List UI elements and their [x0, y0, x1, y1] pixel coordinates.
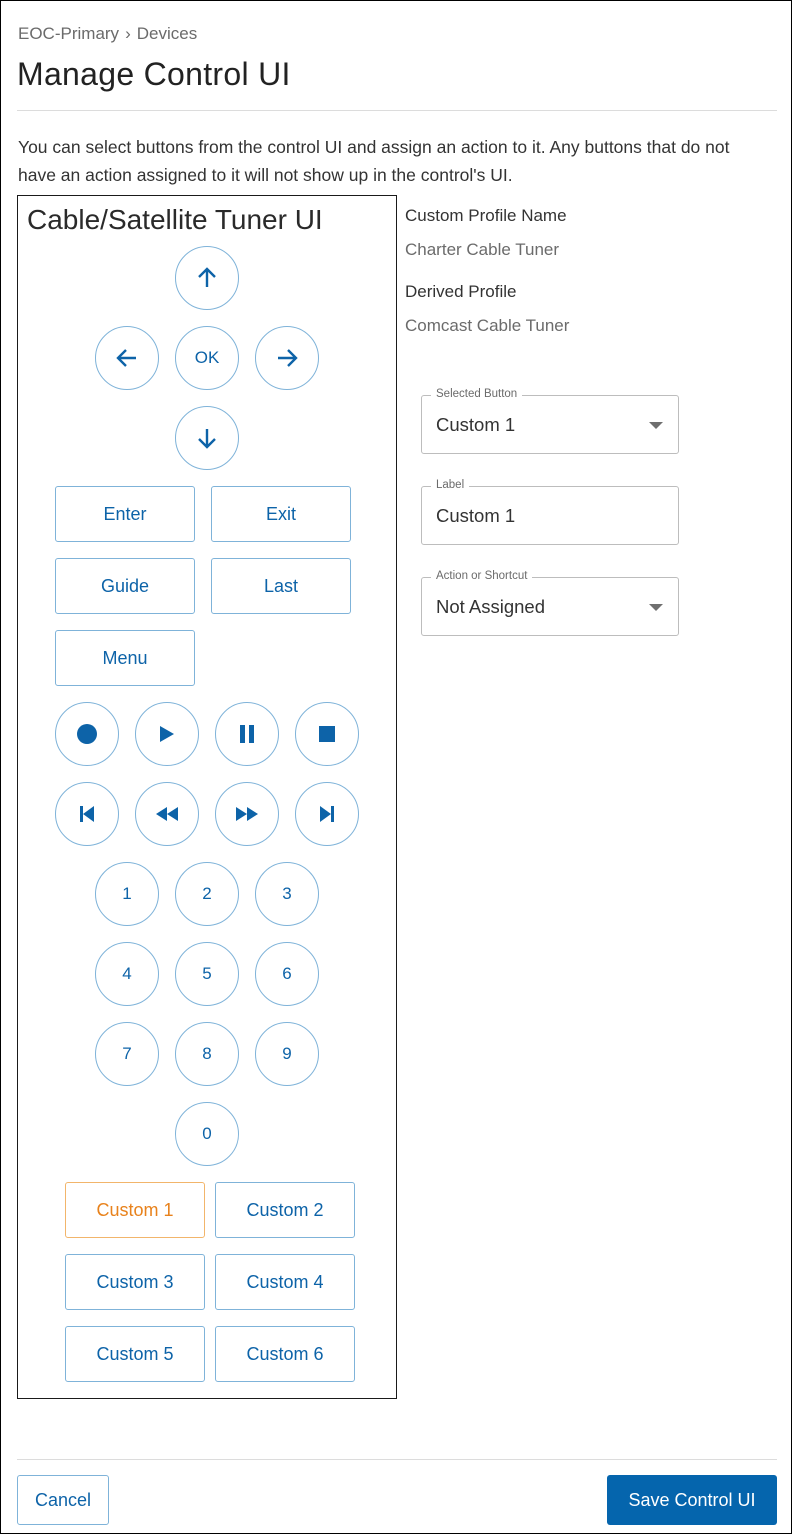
description: You can select buttons from the control … [18, 137, 730, 185]
arrow-right-icon [278, 349, 298, 367]
custom-button-2[interactable]: Custom 2 [215, 1182, 355, 1238]
custom-button-6[interactable]: Custom 6 [215, 1326, 355, 1382]
remote-title: Cable/Satellite Tuner UI [27, 204, 323, 235]
arrow-down-icon [198, 429, 216, 449]
number-button-9[interactable]: 9 [255, 1022, 319, 1086]
remote-button-guide[interactable]: Guide [55, 558, 195, 614]
number-button-6[interactable]: 6 [255, 942, 319, 1006]
dropdown-caret-icon [649, 604, 663, 611]
number-button-2[interactable]: 2 [175, 862, 239, 926]
remote-button-last[interactable]: Last [211, 558, 351, 614]
header-divider [17, 110, 777, 111]
footer-divider [17, 1459, 777, 1460]
number-button-8[interactable]: 8 [175, 1022, 239, 1086]
pause-button[interactable] [215, 702, 279, 766]
cancel-button[interactable]: Cancel [17, 1475, 109, 1525]
stop-icon [319, 726, 335, 742]
skip-previous-button[interactable] [55, 782, 119, 846]
dpad-left-button[interactable] [95, 326, 159, 390]
record-icon [77, 724, 97, 744]
breadcrumb: EOC-Primary › Devices [18, 24, 197, 44]
custom-profile-name-label: Custom Profile Name [405, 206, 567, 225]
label-legend: Label [431, 479, 470, 491]
selected-button-legend: Selected Button [431, 388, 523, 400]
breadcrumb-separator: › [125, 24, 131, 43]
stop-button[interactable] [295, 702, 359, 766]
remote-button-exit[interactable]: Exit [211, 486, 351, 542]
skip-next-icon [320, 806, 334, 822]
arrow-up-icon [198, 267, 216, 287]
remote-button-enter[interactable]: Enter [55, 486, 195, 542]
breadcrumb-item-devices[interactable]: Devices [137, 24, 197, 44]
remote-button-menu[interactable]: Menu [55, 630, 195, 686]
derived-profile-label: Derived Profile [405, 282, 517, 301]
pause-icon [240, 725, 254, 743]
label-input[interactable]: Label Custom 1 [421, 479, 679, 545]
custom-profile-name-value: Charter Cable Tuner [405, 240, 560, 259]
breadcrumb-item-eoc-primary[interactable]: EOC-Primary [18, 24, 119, 44]
custom-button-3[interactable]: Custom 3 [65, 1254, 205, 1310]
custom-button-1[interactable]: Custom 1 [65, 1182, 205, 1238]
fast-forward-icon [236, 807, 258, 821]
selected-button-select[interactable]: Selected Button Custom 1 [421, 388, 679, 454]
fast-forward-button[interactable] [215, 782, 279, 846]
number-button-5[interactable]: 5 [175, 942, 239, 1006]
dropdown-caret-icon [649, 422, 663, 429]
number-button-0[interactable]: 0 [175, 1102, 239, 1166]
derived-profile-value: Comcast Cable Tuner [405, 316, 570, 335]
rewind-icon [156, 807, 178, 821]
number-button-7[interactable]: 7 [95, 1022, 159, 1086]
dpad-right-button[interactable] [255, 326, 319, 390]
number-button-1[interactable]: 1 [95, 862, 159, 926]
number-button-3[interactable]: 3 [255, 862, 319, 926]
arrow-left-icon [116, 349, 136, 367]
number-button-4[interactable]: 4 [95, 942, 159, 1006]
skip-previous-icon [80, 806, 94, 822]
label-value: Custom 1 [436, 505, 516, 526]
page-title: Manage Control UI [17, 56, 291, 92]
dpad-down-button[interactable] [175, 406, 239, 470]
action-or-shortcut-select[interactable]: Action or Shortcut Not Assigned [421, 570, 679, 636]
action-value: Not Assigned [436, 596, 546, 617]
custom-button-5[interactable]: Custom 5 [65, 1326, 205, 1382]
action-legend: Action or Shortcut [431, 570, 533, 582]
record-button[interactable] [55, 702, 119, 766]
ok-label: OK [194, 348, 220, 367]
dpad-ok-button[interactable]: OK [175, 326, 239, 390]
save-control-ui-button[interactable]: Save Control UI [607, 1475, 777, 1525]
selected-button-value: Custom 1 [436, 414, 516, 435]
rewind-button[interactable] [135, 782, 199, 846]
dpad-up-button[interactable] [175, 246, 239, 310]
remote-control-preview: Cable/Satellite Tuner UI OK Enter Exit G… [17, 195, 397, 1399]
play-button[interactable] [135, 702, 199, 766]
custom-button-4[interactable]: Custom 4 [215, 1254, 355, 1310]
skip-next-button[interactable] [295, 782, 359, 846]
play-icon [160, 726, 174, 742]
